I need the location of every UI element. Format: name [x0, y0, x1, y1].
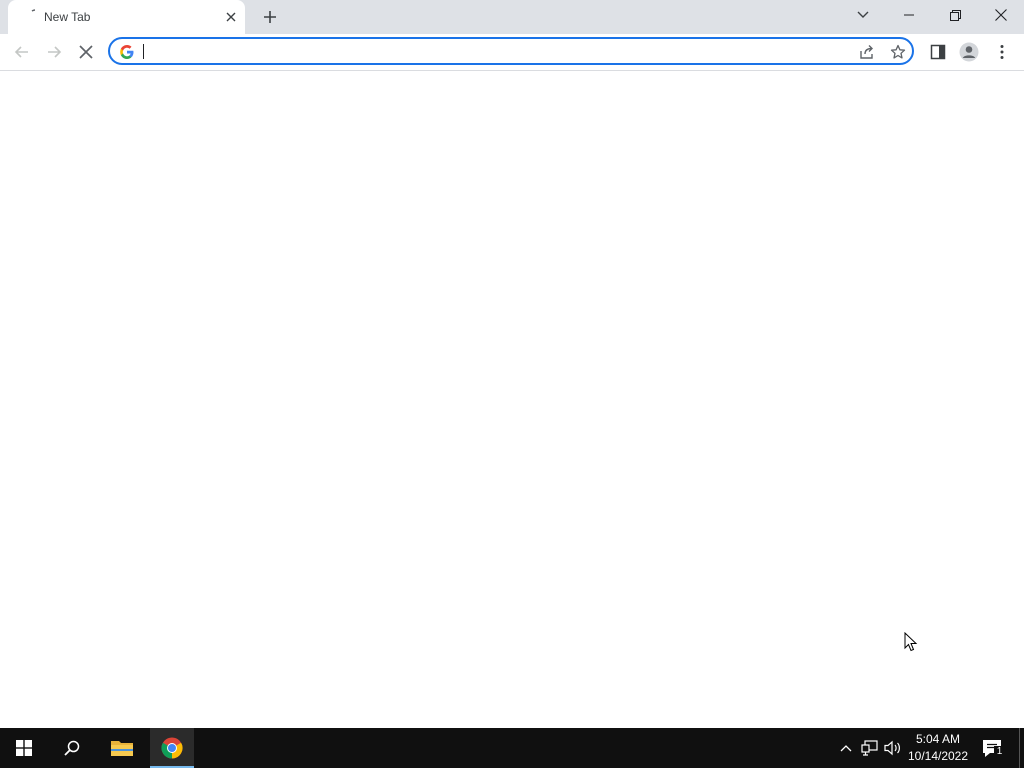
show-hidden-icons-button[interactable] — [836, 738, 856, 758]
share-icon — [860, 45, 873, 59]
arrow-left-icon — [14, 46, 28, 58]
network-icon — [861, 740, 878, 756]
taskbar-clock[interactable]: 5:04 AM 10/14/2022 — [904, 731, 972, 765]
mouse-cursor-icon — [904, 632, 918, 652]
share-button[interactable] — [858, 43, 876, 61]
profile-button[interactable] — [955, 38, 983, 66]
minimize-button[interactable] — [886, 0, 932, 30]
tab-search-button[interactable] — [840, 0, 886, 30]
chevron-down-icon — [857, 11, 869, 18]
arrow-right-icon — [48, 46, 62, 58]
browser-toolbar — [0, 34, 1024, 71]
kebab-menu-icon — [1000, 45, 1004, 59]
browser-menu-button[interactable] — [988, 38, 1016, 66]
tab-close-button[interactable] — [223, 9, 239, 25]
tab-new-tab[interactable]: New Tab — [8, 0, 245, 34]
search-button[interactable] — [48, 728, 96, 768]
tab-strip: New Tab — [0, 0, 1024, 34]
chrome-logo-icon — [161, 737, 183, 759]
close-icon — [79, 45, 93, 59]
plus-icon — [264, 11, 276, 23]
stop-loading-button[interactable] — [72, 38, 100, 66]
clock-time: 5:04 AM — [915, 732, 961, 746]
chevron-up-icon — [840, 745, 852, 752]
search-icon — [64, 740, 80, 756]
profile-icon — [959, 42, 979, 62]
windows-logo-icon — [16, 740, 32, 756]
start-button[interactable] — [0, 728, 48, 768]
speaker-icon — [884, 740, 900, 756]
restore-icon — [949, 9, 961, 21]
forward-button[interactable] — [40, 38, 68, 66]
tab-title: New Tab — [44, 10, 91, 24]
close-icon — [995, 9, 1007, 21]
close-icon — [226, 12, 236, 22]
clock-date: 10/14/2022 — [907, 749, 969, 763]
taskbar: 5:04 AM 10/14/2022 1 — [0, 728, 1024, 768]
address-bar[interactable] — [108, 37, 914, 65]
bookmark-button[interactable] — [889, 43, 907, 61]
side-panel-button[interactable] — [924, 38, 952, 66]
chrome-taskbar-button[interactable] — [148, 728, 196, 768]
back-button[interactable] — [8, 38, 36, 66]
text-caret — [143, 44, 144, 59]
file-explorer-button[interactable] — [98, 728, 146, 768]
network-button[interactable] — [860, 738, 880, 758]
minimize-icon — [904, 14, 914, 16]
notification-count-badge: 1 — [994, 746, 1005, 758]
page-content[interactable] — [0, 71, 1024, 728]
loading-favicon-icon — [31, 9, 36, 12]
new-tab-button[interactable] — [258, 5, 282, 29]
volume-button[interactable] — [883, 738, 903, 758]
show-desktop-button[interactable] — [1019, 728, 1020, 768]
google-g-icon — [120, 45, 134, 59]
side-panel-icon — [930, 44, 946, 60]
address-input[interactable] — [142, 41, 842, 61]
restore-button[interactable] — [932, 0, 978, 30]
close-window-button[interactable] — [978, 0, 1024, 30]
star-icon — [890, 44, 906, 59]
folder-icon — [111, 741, 133, 756]
